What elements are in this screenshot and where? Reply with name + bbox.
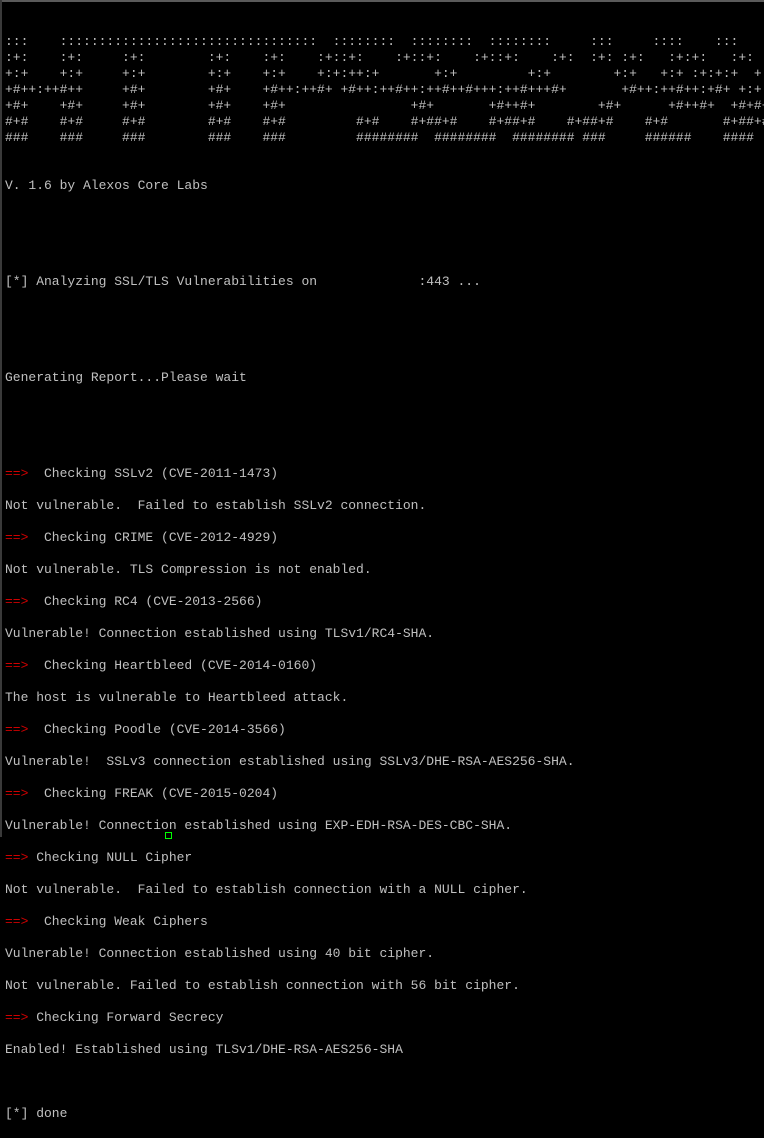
check-title: Checking Forward Secrecy: [28, 1010, 224, 1025]
check-title: Checking RC4 (CVE-2013-2566): [28, 594, 263, 609]
check-header: ==> Checking Poodle (CVE-2014-3566): [5, 722, 764, 738]
arrow-icon: ==>: [5, 1010, 29, 1025]
banner-line: ::: ::::::::::::::::::::::::::::::::: ::…: [5, 34, 739, 49]
check-title: Checking FREAK (CVE-2015-0204): [28, 786, 279, 801]
check-result: Enabled! Established using TLSv1/DHE-RSA…: [5, 1042, 403, 1057]
banner-line: +#++:++#++ +#+ +#+ +#++:++#+ +#++:++#++:…: [5, 82, 764, 97]
terminal-output: ::: ::::::::::::::::::::::::::::::::: ::…: [5, 2, 764, 1121]
analyzing-line: [*] Analyzing SSL/TLS Vulnerabilities on…: [5, 274, 764, 290]
banner-line: #+# #+# #+# #+# #+# #+# #+##+# #+##+# #+…: [5, 114, 764, 129]
check-title: Checking SSLv2 (CVE-2011-1473): [28, 466, 279, 481]
check-result: Vulnerable! Connection established using…: [5, 626, 435, 641]
banner-line: ### ### ### ### ### ######## ######## ##…: [5, 130, 754, 145]
check-header: ==> Checking RC4 (CVE-2013-2566): [5, 594, 764, 610]
arrow-icon: ==>: [5, 530, 29, 545]
check-result: Not vulnerable. Failed to establish conn…: [5, 978, 520, 993]
check-result: Not vulnerable. Failed to establish conn…: [5, 882, 528, 897]
version-line: V. 1.6 by Alexos Core Labs: [5, 178, 208, 193]
window-left-border: [0, 0, 2, 837]
check-result: Vulnerable! SSLv3 connection established…: [5, 754, 575, 769]
arrow-icon: ==>: [5, 466, 29, 481]
arrow-icon: ==>: [5, 594, 29, 609]
check-header: ==> Checking CRIME (CVE-2012-4929): [5, 530, 764, 546]
check-title: Checking NULL Cipher: [28, 850, 193, 865]
redacted-host: [325, 274, 419, 289]
checks-list: ==> Checking SSLv2 (CVE-2011-1473) Not vu…: [5, 466, 764, 1074]
check-result: Not vulnerable. TLS Compression is not e…: [5, 562, 372, 577]
check-title: Checking Weak Ciphers: [28, 914, 208, 929]
check-result: Vulnerable! Connection established using…: [5, 946, 435, 961]
terminal-cursor: [165, 832, 172, 839]
check-result: Not vulnerable. Failed to establish SSLv…: [5, 498, 427, 513]
check-title: Checking Poodle (CVE-2014-3566): [28, 722, 286, 737]
arrow-icon: ==>: [5, 914, 29, 929]
arrow-icon: ==>: [5, 786, 29, 801]
check-header: ==> Checking NULL Cipher: [5, 850, 764, 866]
check-header: ==> Checking FREAK (CVE-2015-0204): [5, 786, 764, 802]
banner-line: +#+ +#+ +#+ +#+ +#+ +#+ +#++#+ +#+ +#++#…: [5, 98, 764, 113]
check-result: The host is vulnerable to Heartbleed att…: [5, 690, 349, 705]
check-result: Vulnerable! Connection established using…: [5, 818, 513, 833]
check-header: ==> Checking Forward Secrecy: [5, 1010, 764, 1026]
ascii-banner: ::: ::::::::::::::::::::::::::::::::: ::…: [5, 34, 764, 146]
check-title: Checking Heartbleed (CVE-2014-0160): [28, 658, 318, 673]
check-header: ==> Checking Weak Ciphers: [5, 914, 764, 930]
arrow-icon: ==>: [5, 722, 29, 737]
check-title: Checking CRIME (CVE-2012-4929): [28, 530, 279, 545]
analyzing-prefix: [*] Analyzing SSL/TLS Vulnerabilities on: [5, 274, 325, 289]
generating-line: Generating Report...Please wait: [5, 370, 247, 385]
banner-line: +:+ +:+ +:+ +:+ +:+ +:+:++:+ +:+ +:+ +:+…: [5, 66, 764, 81]
check-header: ==> Checking SSLv2 (CVE-2011-1473): [5, 466, 764, 482]
analyzing-suffix: :443 ...: [418, 274, 481, 289]
check-header: ==> Checking Heartbleed (CVE-2014-0160): [5, 658, 764, 674]
banner-line: :+: :+: :+: :+: :+: :+::+: :+::+: :+::+:…: [5, 50, 754, 65]
done-line: [*] done: [5, 1106, 68, 1121]
arrow-icon: ==>: [5, 850, 29, 865]
arrow-icon: ==>: [5, 658, 29, 673]
